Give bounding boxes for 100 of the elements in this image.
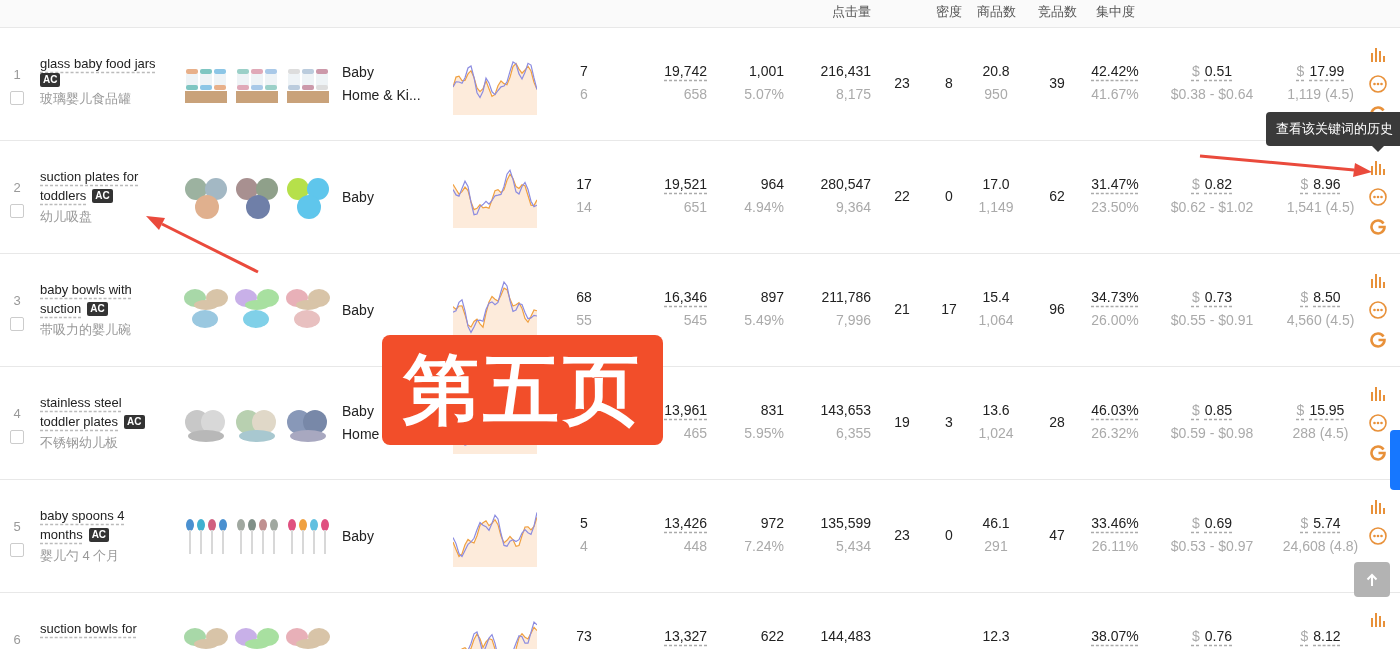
- price-value[interactable]: 8.50: [1313, 286, 1341, 309]
- value-text[interactable]: 13,961: [664, 399, 707, 422]
- secondary-value-text: 448: [683, 537, 707, 556]
- keyword-link[interactable]: baby spoons 4: [40, 506, 125, 525]
- value-text: 68: [576, 288, 592, 307]
- row-number: 2: [13, 179, 21, 197]
- value-text[interactable]: 19,742: [664, 60, 707, 83]
- secondary-value-text: 5,434: [835, 537, 871, 556]
- price-value[interactable]: 8.12: [1313, 625, 1341, 648]
- price-value[interactable]: 0.82: [1204, 173, 1232, 196]
- currency-sign: $: [1191, 62, 1200, 81]
- value-text: 22: [894, 187, 910, 206]
- value-text[interactable]: 42.42%: [1091, 60, 1139, 83]
- value-text: 972: [760, 514, 784, 533]
- keyword-link[interactable]: toddlers: [40, 186, 87, 205]
- secondary-value-text: 24,608 (4.8): [1282, 537, 1359, 556]
- keyword-translation: 婴儿勺 4 个月: [40, 547, 121, 565]
- secondary-value-text: 8,175: [835, 85, 871, 104]
- column-header[interactable]: 商品数: [976, 2, 1016, 27]
- category-text: Home & Ki...: [342, 86, 422, 105]
- value-text: 19: [894, 413, 910, 432]
- keyword-link[interactable]: suction plates for: [40, 167, 139, 186]
- row-number: 3: [13, 292, 21, 310]
- value-text[interactable]: 34.73%: [1091, 286, 1139, 309]
- keyword-link[interactable]: glass baby food jars: [40, 54, 156, 73]
- ac-badge: AC: [88, 527, 110, 542]
- secondary-value-text: 23.50%: [1091, 198, 1139, 217]
- secondary-value-text: 545: [683, 311, 707, 330]
- value-text: 15.4: [982, 288, 1010, 307]
- currency-sign: $: [1191, 401, 1200, 420]
- category-text: Baby: [342, 63, 375, 82]
- category-text: Baby: [342, 526, 375, 546]
- category-text: Baby: [342, 187, 375, 207]
- value-text: 280,547: [820, 175, 871, 194]
- value-text: 73: [576, 627, 592, 646]
- currency-sign: $: [1191, 627, 1200, 646]
- page-label-badge: 第五页: [382, 335, 663, 445]
- value-text[interactable]: 33.46%: [1091, 512, 1139, 535]
- price-value[interactable]: 17.99: [1309, 60, 1345, 83]
- secondary-value-text: 9,364: [835, 198, 871, 217]
- keyword-translation: 幼儿吸盘: [40, 208, 93, 226]
- currency-sign: $: [1300, 175, 1309, 194]
- value-text[interactable]: 13,426: [664, 512, 707, 535]
- value-text: 28: [1049, 413, 1065, 432]
- ac-badge: AC: [87, 301, 108, 316]
- value-text: 23: [894, 74, 910, 93]
- column-header[interactable]: 竞品数: [1037, 2, 1077, 27]
- value-text: 17: [941, 300, 957, 319]
- secondary-value-text: 950: [984, 85, 1008, 104]
- price-value[interactable]: 8.96: [1313, 173, 1341, 196]
- value-text: 17.0: [982, 175, 1010, 194]
- currency-sign: $: [1300, 627, 1309, 646]
- keyword-link[interactable]: months: [40, 525, 83, 544]
- currency-sign: $: [1300, 514, 1309, 533]
- value-text[interactable]: 19,521: [664, 173, 707, 196]
- price-value[interactable]: 0.76: [1204, 625, 1232, 648]
- secondary-value-text: 6,355: [835, 424, 871, 443]
- secondary-value-text: 5.07%: [744, 85, 784, 104]
- price-value[interactable]: 5.74: [1313, 512, 1341, 535]
- keyword-link[interactable]: toddler plates: [40, 412, 119, 431]
- value-text: 5: [580, 514, 588, 533]
- value-text: 8: [945, 74, 953, 93]
- price-value[interactable]: 0.73: [1204, 286, 1232, 309]
- secondary-value-text: $0.55 - $0.91: [1170, 311, 1254, 330]
- price-value[interactable]: 0.51: [1204, 60, 1232, 83]
- value-text[interactable]: 46.03%: [1091, 399, 1139, 422]
- value-text[interactable]: 31.47%: [1091, 173, 1139, 196]
- secondary-value-text: 26.32%: [1091, 424, 1139, 443]
- price-value[interactable]: 0.85: [1204, 399, 1232, 422]
- value-text[interactable]: 13,327: [664, 625, 707, 648]
- value-text[interactable]: 16,346: [664, 286, 707, 309]
- secondary-value-text: 658: [683, 85, 707, 104]
- keyword-link[interactable]: stainless steel: [40, 393, 122, 412]
- value-text: 622: [760, 627, 784, 646]
- value-text: 3: [945, 413, 953, 432]
- value-text: 0: [945, 526, 953, 545]
- secondary-value-text: 55: [576, 311, 592, 330]
- column-header[interactable]: 集中度: [1095, 2, 1135, 27]
- keyword-translation: 不锈钢幼儿板: [40, 434, 119, 452]
- price-value[interactable]: 0.69: [1204, 512, 1232, 535]
- secondary-value-text: 4,560 (4.5): [1286, 311, 1355, 330]
- value-text: 216,431: [820, 62, 871, 81]
- value-text: 20.8: [982, 62, 1010, 81]
- column-header[interactable]: 点击量: [832, 2, 871, 27]
- secondary-value-text: 7,996: [835, 311, 871, 330]
- value-text: 39: [1049, 74, 1065, 93]
- value-text: 23: [894, 526, 910, 545]
- value-text: 964: [760, 175, 784, 194]
- tooltip: 查看该关键词的历史: [1266, 112, 1400, 146]
- secondary-value-text: $0.62 - $1.02: [1170, 198, 1254, 217]
- value-text: 62: [1049, 187, 1065, 206]
- secondary-value-text: $0.53 - $0.97: [1170, 537, 1254, 556]
- price-value[interactable]: 15.95: [1309, 399, 1345, 422]
- keyword-translation: 玻璃婴儿食品罐: [40, 90, 132, 108]
- column-header[interactable]: 密度: [936, 2, 962, 27]
- keyword-link[interactable]: suction bowls for: [40, 619, 137, 638]
- keyword-link[interactable]: suction: [40, 299, 82, 318]
- keyword-link[interactable]: baby bowls with: [40, 280, 132, 299]
- value-text: 135,599: [820, 514, 871, 533]
- value-text[interactable]: 38.07%: [1091, 625, 1139, 648]
